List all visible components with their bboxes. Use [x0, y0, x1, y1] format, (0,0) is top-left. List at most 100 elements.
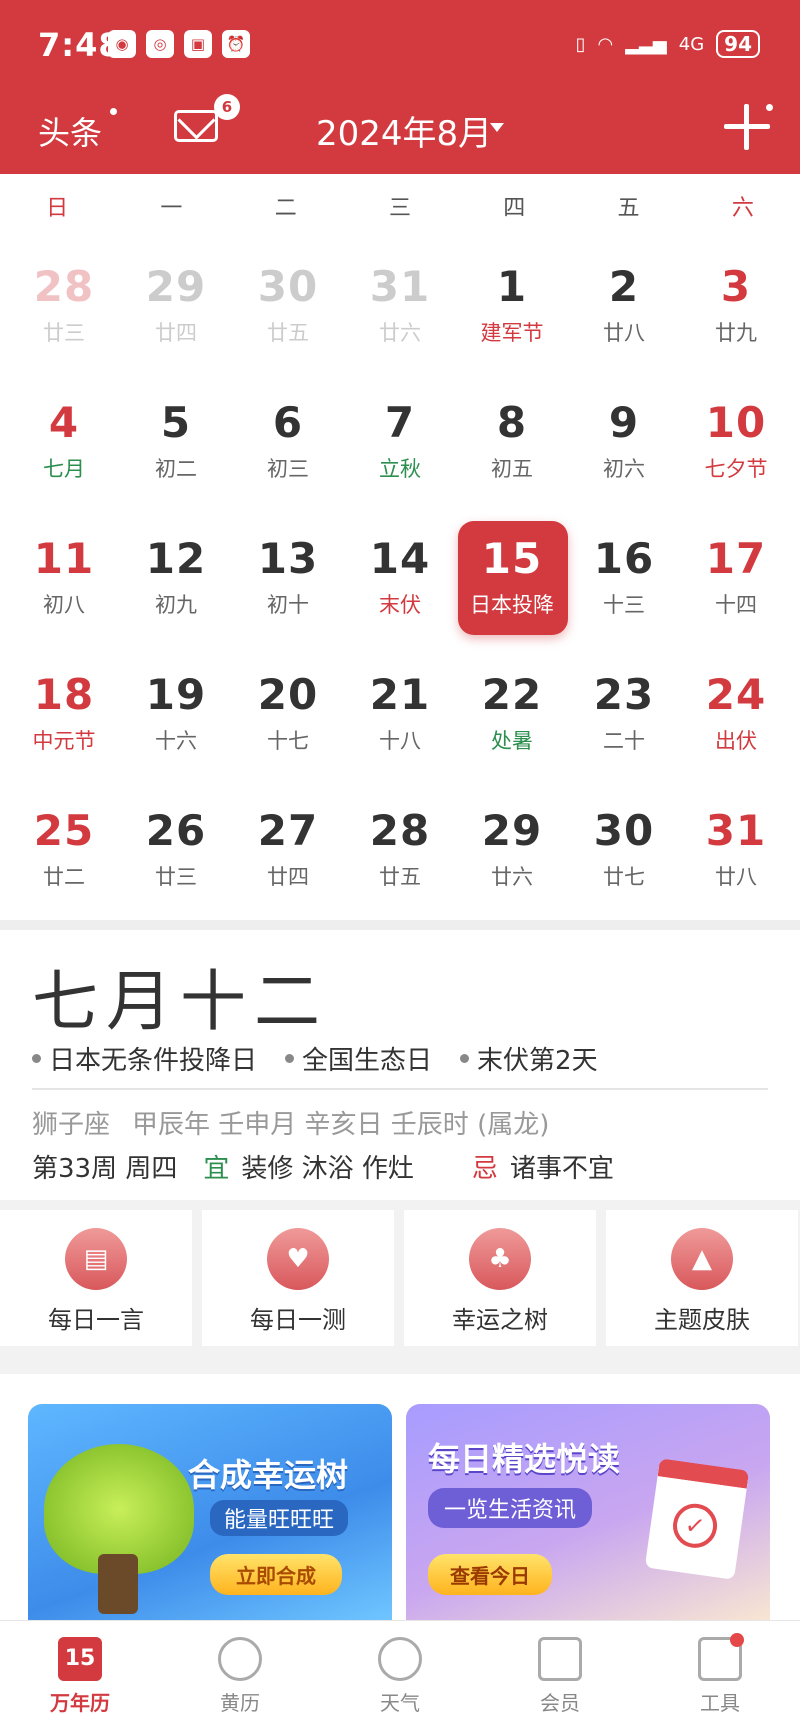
tab-member[interactable]: 会员 [480, 1621, 640, 1727]
tool-daily-test[interactable]: ♥ 每日一测 [202, 1210, 394, 1346]
calendar-day[interactable]: 11 初八 [8, 516, 120, 652]
lunar-label: 廿七 [603, 865, 645, 889]
toutiao-button[interactable]: 头条 [38, 108, 102, 154]
calendar-day[interactable]: 30 廿五 [232, 244, 344, 380]
day-number: 22 [481, 670, 543, 719]
caret-down-icon[interactable] [490, 123, 504, 132]
day-number: 26 [145, 806, 207, 855]
calendar-day[interactable]: 12 初九 [120, 516, 232, 652]
day-number: 3 [720, 262, 752, 311]
calendar-day[interactable]: 8 初五 [456, 380, 568, 516]
calendar-day[interactable]: 16 十三 [568, 516, 680, 652]
synthesize-button[interactable]: 立即合成 [210, 1554, 342, 1595]
calendar-day[interactable]: 7 立秋 [344, 380, 456, 516]
day-number: 1 [496, 262, 528, 311]
tab-weather[interactable]: 天气 [320, 1621, 480, 1727]
tab-tools[interactable]: 工具 [640, 1621, 800, 1727]
lunar-label: 十七 [267, 729, 309, 753]
calendar-day[interactable]: 21 十八 [344, 652, 456, 788]
calendar-day[interactable]: 13 初十 [232, 516, 344, 652]
bullet-icon [285, 1054, 295, 1063]
daily-reading-banner[interactable]: 每日精选悦读 一览生活资讯 查看今日 ✓ [406, 1404, 770, 1620]
day-number: 7 [384, 398, 416, 447]
calendar-day[interactable]: 23 二十 [568, 652, 680, 788]
tree-trunk-illustration [98, 1554, 138, 1614]
calendar-day[interactable]: 29 廿四 [120, 244, 232, 380]
calendar-day[interactable]: 6 初三 [232, 380, 344, 516]
alarm-icon: ⏰ [222, 30, 250, 58]
divider [0, 920, 800, 930]
calendar-day[interactable]: 17 十四 [680, 516, 792, 652]
top-header: 7:48 ◉ ◎ ▣ ⏰ ▯ ◠ ▂▃▅ 4G 94 头条 6 2024年8月 [0, 0, 800, 174]
event-item[interactable]: 末伏第2天 [460, 1040, 598, 1077]
calendar-day[interactable]: 2 廿八 [568, 244, 680, 380]
toutiao-dot [110, 108, 117, 115]
event-item[interactable]: 日本无条件投降日 [32, 1040, 257, 1077]
lunar-label: 出伏 [715, 729, 757, 753]
tab-calendar[interactable]: 15 万年历 [0, 1621, 160, 1727]
lunar-label: 廿三 [43, 321, 85, 345]
check-icon: ✓ [670, 1500, 720, 1551]
banner-subtitle: 能量旺旺旺 [210, 1500, 349, 1536]
banner-subtitle: 一览生活资讯 [428, 1488, 593, 1528]
calendar-day[interactable]: 14 末伏 [344, 516, 456, 652]
calendar-day[interactable]: 20 十七 [232, 652, 344, 788]
day-number: 28 [33, 262, 95, 311]
calendar-day[interactable]: 26 廿三 [120, 788, 232, 924]
tool-daily-quote[interactable]: ▤ 每日一言 [0, 1210, 192, 1346]
battery-icon: 94 [716, 30, 760, 58]
calendar-day[interactable]: 31 廿六 [344, 244, 456, 380]
calendar-day[interactable]: 10 七夕节 [680, 380, 792, 516]
week-label: 第33周 周四 [32, 1154, 178, 1184]
calendar-day[interactable]: 4 七月 [8, 380, 120, 516]
add-icon[interactable] [724, 104, 770, 150]
calendar-day[interactable]: 27 廿四 [232, 788, 344, 924]
day-number: 14 [369, 534, 431, 583]
calendar-day[interactable]: 18 中元节 [8, 652, 120, 788]
view-today-button[interactable]: 查看今日 [428, 1554, 552, 1595]
calendar-day[interactable]: 24 出伏 [680, 652, 792, 788]
event-item[interactable]: 全国生态日 [285, 1040, 432, 1077]
tab-almanac[interactable]: 黄历 [160, 1621, 320, 1727]
yi-ji-row[interactable]: 第33周 周四 宜 装修 沐浴 作灶 忌 诸事不宜 [32, 1148, 614, 1185]
calendar-day[interactable]: 1 建军节 [456, 244, 568, 380]
calendar-day-today[interactable]: 15 日本投降 [456, 516, 568, 652]
calendar-day[interactable]: 31 廿八 [680, 788, 792, 924]
calendar-day[interactable]: 30 廿七 [568, 788, 680, 924]
day-number: 29 [145, 262, 207, 311]
tool-lucky-tree[interactable]: ♣ 幸运之树 [404, 1210, 596, 1346]
heart-pulse-icon: ♥ [267, 1228, 329, 1290]
weekday-label: 二 [274, 196, 297, 221]
signal-icon: ▂▃▅ [625, 33, 667, 55]
calendar-day[interactable]: 28 廿五 [344, 788, 456, 924]
day-number: 30 [257, 262, 319, 311]
day-number: 25 [33, 806, 95, 855]
calendar-day[interactable]: 22 处暑 [456, 652, 568, 788]
banner-title: 每日精选悦读 [428, 1440, 621, 1478]
mail-icon[interactable] [174, 110, 218, 142]
lucky-tree-banner[interactable]: 合成幸运树 能量旺旺旺 立即合成 [28, 1404, 392, 1620]
ji-label: 忌 [471, 1154, 498, 1184]
day-number: 18 [33, 670, 95, 719]
month-selector[interactable]: 2024年8月 [316, 106, 492, 155]
weekday-label: 六 [731, 196, 754, 221]
lunar-label: 建军节 [480, 321, 544, 345]
day-number: 28 [369, 806, 431, 855]
calendar-day[interactable]: 3 廿九 [680, 244, 792, 380]
lunar-label: 初六 [603, 457, 645, 481]
calendar-day[interactable]: 29 廿六 [456, 788, 568, 924]
calendar-day[interactable]: 5 初二 [120, 380, 232, 516]
calendar-day[interactable]: 9 初六 [568, 380, 680, 516]
calendar-day[interactable]: 28 廿三 [8, 244, 120, 380]
day-number: 5 [160, 398, 192, 447]
calendar-day[interactable]: 19 十六 [120, 652, 232, 788]
day-number: 21 [369, 670, 431, 719]
day-number: 16 [593, 534, 655, 583]
tool-shortcuts: ▤ 每日一言 ♥ 每日一测 ♣ 幸运之树 ▲ 主题皮肤 [0, 1200, 800, 1356]
calendar-day[interactable]: 25 廿二 [8, 788, 120, 924]
weekday-label: 四 [503, 196, 526, 221]
ganzhi-row[interactable]: 狮子座 甲辰年 壬申月 辛亥日 壬辰时 (属龙) [32, 1104, 549, 1141]
tool-theme-skin[interactable]: ▲ 主题皮肤 [606, 1210, 798, 1346]
tool-label: 每日一言 [48, 1306, 144, 1334]
lunar-label: 廿九 [715, 321, 757, 345]
